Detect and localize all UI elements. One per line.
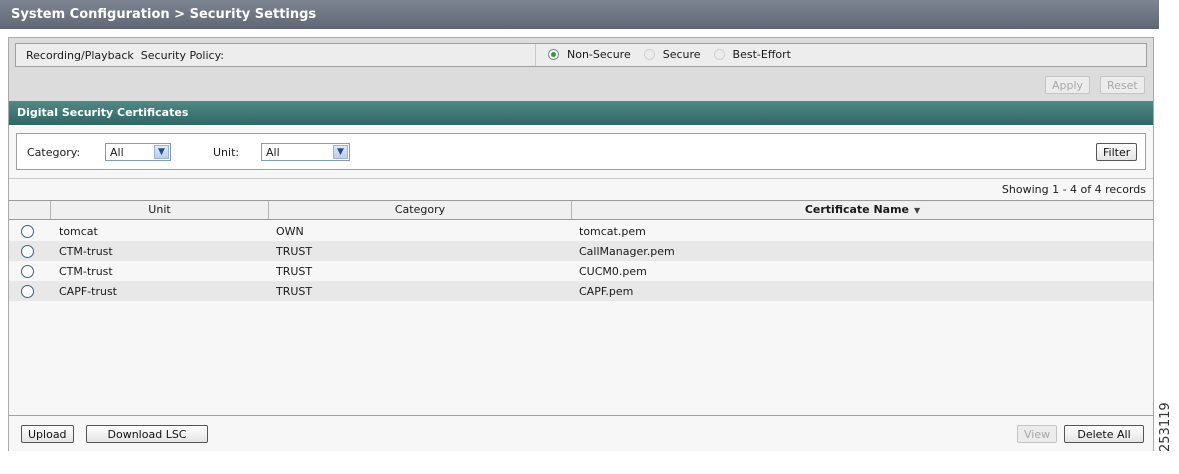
page-title: System Configuration > Security Settings [0,0,1159,29]
reset-button[interactable]: Reset [1100,76,1145,94]
best-effort-label[interactable]: Best-Effort [733,48,791,61]
table-row[interactable]: CTM-trust TRUST CallManager.pem [9,241,1153,261]
unit-select[interactable]: All ▼ [261,143,350,161]
table-header: Unit Category Certificate Name ▼ [9,200,1153,220]
filter-button[interactable]: Filter [1096,143,1138,161]
unit-label: Unit: [213,146,240,159]
view-button[interactable]: View [1017,425,1058,443]
certificates-table: Showing 1 - 4 of 4 records Unit Category… [9,178,1153,415]
row-certificate-name: CAPF.pem [579,285,634,298]
column-header-unit-label: Unit [148,203,171,216]
column-header-certificate-name[interactable]: Certificate Name ▼ [571,201,1153,219]
row-category: OWN [276,225,304,238]
row-select-radio[interactable] [21,285,34,298]
secure-label[interactable]: Secure [663,48,701,61]
row-certificate-name: CallManager.pem [579,245,675,258]
row-category: TRUST [276,265,313,278]
row-unit: CTM-trust [59,245,113,258]
non-secure-label[interactable]: Non-Secure [567,48,631,61]
category-select[interactable]: All ▼ [105,143,171,161]
delete-all-button[interactable]: Delete All [1064,425,1144,443]
sort-desc-icon: ▼ [914,206,921,215]
row-certificate-name: CUCM0.pem [579,265,647,278]
security-policy-label: Recording/Playback Security Policy: [26,49,225,62]
row-category: TRUST [276,245,313,258]
row-certificate-name: tomcat.pem [579,225,646,238]
certificate-filter-box: Category: All ▼ Unit: All ▼ Filter [16,133,1146,170]
row-select-radio[interactable] [21,225,34,238]
policy-divider [535,44,536,66]
non-secure-radio[interactable] [548,49,559,60]
chevron-down-icon[interactable]: ▼ [154,145,169,159]
column-header-unit[interactable]: Unit [50,201,268,219]
chevron-down-icon[interactable]: ▼ [333,145,348,159]
unit-select-value: All [266,146,280,159]
security-settings-panel: Recording/Playback Security Policy: Non-… [8,37,1154,451]
row-unit: CTM-trust [59,265,113,278]
column-header-certificate-label: Certificate Name [804,203,910,216]
figure-number: 253119 [1158,402,1173,452]
row-unit: CAPF-trust [59,285,117,298]
certificates-section-header: Digital Security Certificates [9,101,1153,125]
best-effort-radio[interactable] [713,49,725,60]
records-count: Showing 1 - 4 of 4 records [1001,183,1146,196]
row-category: TRUST [276,285,313,298]
table-footer: Upload Download LSC View Delete All [9,415,1153,451]
upload-button[interactable]: Upload [21,425,74,443]
security-policy-area: Recording/Playback Security Policy: Non-… [9,38,1153,101]
secure-radio[interactable] [643,49,655,60]
row-unit: tomcat [59,225,98,238]
row-select-radio[interactable] [21,265,34,278]
table-row[interactable]: tomcat OWN tomcat.pem [9,221,1153,241]
column-header-category[interactable]: Category [268,201,571,219]
security-policy-radio-group: Non-Secure Secure Best-Effort [548,48,804,61]
download-lsc-button[interactable]: Download LSC [86,425,208,443]
security-policy-row: Recording/Playback Security Policy: Non-… [15,43,1147,67]
category-select-value: All [110,146,124,159]
row-select-radio[interactable] [21,245,34,258]
table-row[interactable]: CTM-trust TRUST CUCM0.pem [9,261,1153,281]
column-header-category-label: Category [394,203,446,216]
table-row[interactable]: CAPF-trust TRUST CAPF.pem [9,281,1153,301]
apply-button[interactable]: Apply [1045,76,1091,94]
category-label: Category: [27,146,81,159]
